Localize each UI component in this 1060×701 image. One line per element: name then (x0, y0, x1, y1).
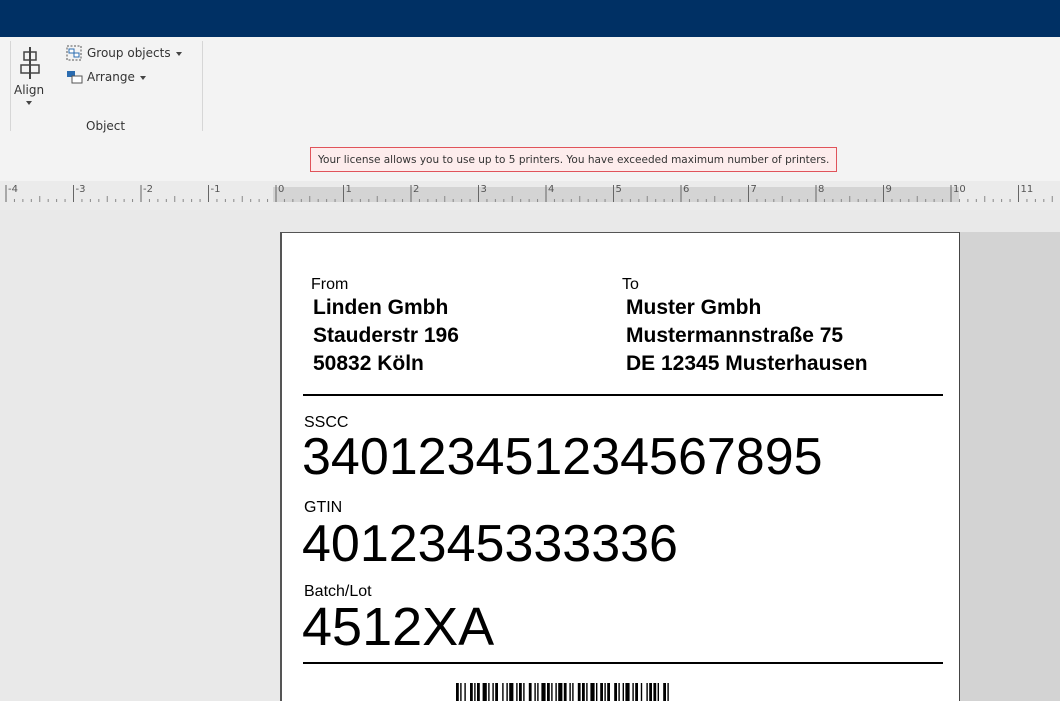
ribbon-group-label: Object (86, 119, 126, 133)
barcode-bar (582, 683, 585, 701)
barcode-bar (625, 683, 630, 701)
title-bar (0, 0, 1060, 37)
barcode-bar (663, 683, 666, 701)
barcode-bar (528, 683, 532, 701)
label-preview[interactable]: From Linden Gmbh Stauderstr 196 50832 Kö… (280, 232, 960, 701)
barcode-bar (590, 683, 595, 701)
ruler-number: 8 (818, 184, 825, 195)
barcode-bar (519, 683, 522, 701)
barcode-bar (482, 683, 487, 701)
barcode-bar (618, 683, 620, 701)
ruler-number: 10 (953, 184, 966, 195)
arrange-label: Arrange (87, 70, 135, 84)
barcode-bar (506, 683, 508, 701)
align-label: Align (14, 83, 45, 97)
barcode-bar (649, 683, 652, 701)
align-icon (20, 47, 40, 79)
barcode-bar (555, 683, 557, 701)
barcode-bar (640, 683, 643, 701)
barcode-bar (516, 683, 518, 701)
barcode-bar (586, 683, 588, 701)
horizontal-ruler[interactable]: -4 -3 -2 -1 0 1 2 3 4 5 6 7 8 9 10 11 (0, 181, 1060, 210)
ruler-number: 4 (548, 184, 555, 195)
canvas-margin-area (960, 232, 1060, 701)
barcode-bar (460, 683, 462, 701)
barcode-bar (614, 683, 617, 701)
ruler-number: -1 (210, 184, 221, 195)
sscc-value: 340123451234567895 (302, 428, 823, 486)
from-city: 50832 Köln (313, 352, 424, 375)
barcode-bar (600, 683, 603, 701)
barcode-bar (541, 683, 546, 701)
barcode-bar (635, 683, 638, 701)
barcode-bar (477, 683, 480, 701)
barcode-bar (523, 683, 525, 701)
ruler-number: -3 (75, 184, 86, 195)
to-city: DE 12345 Musterhausen (626, 352, 868, 375)
align-button[interactable]: Align (12, 43, 48, 115)
ruler-number: 9 (885, 184, 892, 195)
ruler-number: 0 (278, 184, 285, 195)
barcode-bar (534, 683, 536, 701)
from-name: Linden Gmbh (313, 296, 449, 319)
barcode-bar (572, 683, 574, 701)
to-name: Muster Gmbh (626, 296, 762, 319)
barcode-bar (604, 683, 606, 701)
barcode-bar (495, 683, 498, 701)
from-caption: From (311, 276, 349, 293)
barcode-bar (646, 683, 648, 701)
barcode-bar (502, 683, 504, 701)
barcode-bar (474, 683, 476, 701)
ruler-number: 5 (615, 184, 622, 195)
chevron-down-icon (175, 51, 182, 56)
ruler-ticks (5, 185, 1053, 202)
barcode-bar (596, 683, 598, 701)
from-street: Stauderstr 196 (313, 324, 459, 347)
barcode-bar (577, 683, 581, 701)
barcode-bar (653, 683, 657, 701)
barcode-bar (492, 683, 494, 701)
barcode-bar (622, 683, 624, 701)
gtin-value: 4012345333336 (302, 515, 678, 573)
separator-line (303, 662, 943, 664)
barcode-bar (563, 683, 567, 701)
barcode-bar (558, 683, 563, 701)
chevron-down-icon (139, 75, 146, 80)
barcode-bar (632, 683, 634, 701)
barcode-bar (464, 683, 466, 701)
to-caption: To (622, 276, 639, 293)
ruler-number: -2 (143, 184, 153, 195)
barcode-bar (456, 683, 459, 701)
arrange-icon (67, 71, 83, 84)
ruler-number: 1 (345, 184, 352, 195)
barcode-bar (509, 683, 514, 701)
barcode-bar (488, 683, 490, 701)
group-objects-icon (66, 45, 82, 61)
barcode-bar (667, 683, 669, 701)
license-warning: Your license allows you to use up to 5 p… (310, 147, 838, 172)
ruler-number: 6 (683, 184, 690, 195)
ruler-number: -4 (8, 184, 18, 195)
barcode-image (456, 683, 669, 701)
barcode-bar (657, 683, 659, 701)
barcode-bar (551, 683, 553, 701)
chevron-down-icon (26, 101, 32, 105)
batch-value: 4512XA (302, 597, 495, 657)
barcode-bar (569, 683, 571, 701)
separator-line (303, 394, 943, 396)
ruler-number: 3 (480, 184, 487, 195)
ruler-number: 11 (1020, 184, 1034, 195)
barcode-bar (470, 683, 473, 701)
ruler-number: 7 (750, 184, 757, 195)
barcode-bar (607, 683, 610, 701)
barcode-bar (537, 683, 539, 701)
barcode-bar (547, 683, 550, 701)
to-street: Mustermannstraße 75 (626, 324, 844, 347)
group-objects-label: Group objects (87, 46, 171, 60)
ruler-number: 2 (413, 184, 420, 195)
